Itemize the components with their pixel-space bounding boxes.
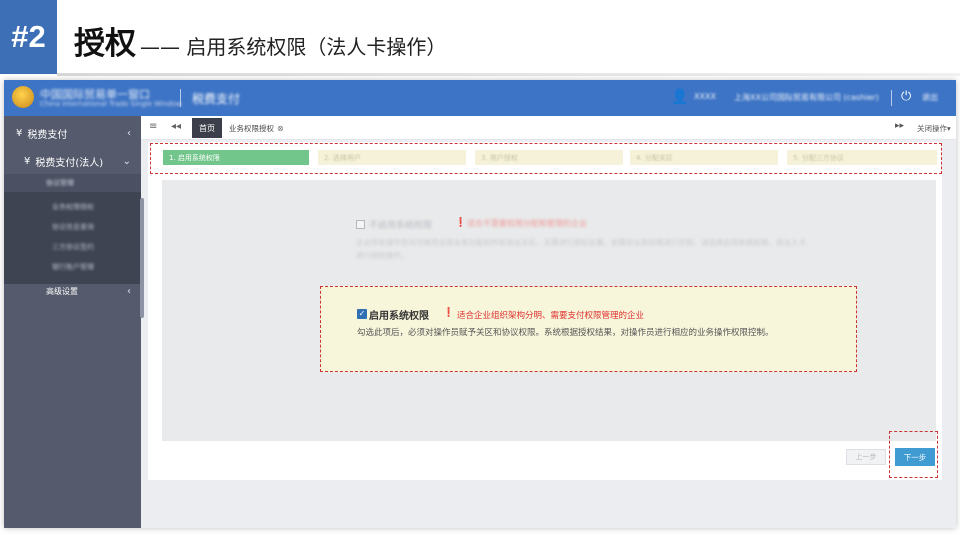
enable-permission-hint: 适合企业组织架构分明、需要支付权限管理的企业 [457,311,645,321]
user-name[interactable]: XXXX [694,92,716,101]
disable-permission-checkbox[interactable] [356,220,365,229]
sidebar-subitem[interactable]: 业务权限授权 [52,202,94,212]
slide-divider [57,73,960,76]
sidebar: ¥ 税费支付 ‹ ¥ 税费支付(法人) ⌄ 协议管理 ⌄ 业务权限授权 协议信息… [4,116,144,528]
enable-permission-description: 勾选此项后，必须对操作员赋予关区和协议权限。系统根据授权结果，对操作员进行相应的… [357,328,774,338]
topbar-divider [180,89,181,107]
yen-icon: ¥ [24,155,31,167]
yen-icon: ¥ [16,127,23,139]
wizard-steps: 1. 启用系统权限 2. 选择用户 3. 用户授权 4. 分配关区 5. 分配三… [150,143,942,174]
sidebar-item-advanced-settings[interactable]: 高级设置 ‹ [4,278,141,304]
step-label: 2. 选择用户 [324,153,361,162]
national-emblem-icon [12,86,34,108]
close-tab-icon[interactable]: ⊗ [277,124,284,133]
tab-business-auth[interactable]: 业务权限授权 ⊗ [229,120,284,136]
step-label: 5. 分配三方协议 [793,153,844,162]
disable-permission-label: 不启用系统权限 [369,221,433,231]
step-1[interactable]: 1. 启用系统权限 [163,150,309,165]
step-4[interactable]: 4. 分配关区 [630,150,778,165]
tab-home[interactable]: 首页 [192,118,222,138]
sidebar-submenu-header[interactable]: 协议管理 ⌄ [4,174,141,192]
sidebar-subitem[interactable]: 银行账户管理 [52,262,94,272]
slide-title-sub: —— 启用系统权限（法人卡操作） [140,35,447,59]
enable-permission-label: 启用系统权限 [369,311,429,322]
module-title: 税费支付 [192,92,241,106]
sidebar-subitem[interactable]: 三方协议签约 [52,242,94,252]
step-label: 3. 用户授权 [481,153,518,162]
sidebar-scrollbar[interactable] [140,198,144,318]
sidebar-item-label: 高级设置 [46,286,78,296]
chevron-down-icon: ⌄ [122,155,131,167]
chevron-left-icon: ‹ [127,285,131,297]
sidebar-item-label: 税费支付(法人) [35,157,104,169]
disable-permission-description: 企业所有操作员均可使用全部业务功能和所有协议关区，无需进行授权设置。如需对业务权… [356,238,806,260]
tab-scroll-right-icon[interactable]: ▸▸ [895,121,904,131]
slide-title-main: 授权 [74,26,136,62]
tab-label: 业务权限授权 [229,123,274,133]
menu-toggle-icon[interactable]: ≡ [149,121,157,132]
next-step-button[interactable]: 下一步 [895,448,935,466]
slide-title: 授权 —— 启用系统权限（法人卡操作） [74,18,446,63]
sidebar-item-tax-payment[interactable]: ¥ 税费支付 ‹ [4,120,141,146]
step-label: 1. 启用系统权限 [169,153,220,162]
info-icon: ❗ [443,308,455,318]
sidebar-item-label: 税费支付 [27,129,68,141]
slide-number-badge: #2 [0,0,57,74]
sidebar-item-tax-payment-legal[interactable]: ¥ 税费支付(法人) ⌄ [4,148,141,174]
chevron-left-icon: ‹ [127,127,131,139]
chevron-down-icon: ⌄ [46,177,53,186]
step-2[interactable]: 2. 选择用户 [318,150,466,165]
step-label: 4. 分配关区 [636,153,673,162]
previous-step-button[interactable]: 上一步 [846,449,886,465]
logo-subtext: China International Trade Single Window [40,100,182,108]
topbar-divider-2 [891,90,892,106]
user-organization: 上海XX公司国际贸易有限公司 (cashier) [734,93,879,102]
power-icon[interactable]: ⏻ [901,89,911,104]
sidebar-submenu: 协议管理 ⌄ 业务权限授权 协议信息查询 三方协议签约 银行账户管理 [4,174,141,284]
top-bar: 中国国际贸易单一窗口 China International Trade Sin… [4,80,956,116]
tab-scroll-left-icon[interactable]: ◂◂ [171,121,181,132]
step-5[interactable]: 5. 分配三方协议 [787,150,937,165]
tab-bar: ≡ ◂◂ 首页 业务权限授权 ⊗ ▸▸ 关闭操作▾ [141,116,956,140]
logout-link[interactable]: 退出 [922,92,938,103]
enable-permission-checkbox[interactable]: ✓ [357,309,367,319]
close-operations-dropdown[interactable]: 关闭操作▾ [917,123,951,134]
sidebar-subitem[interactable]: 协议信息查询 [52,222,94,232]
step-3[interactable]: 3. 用户授权 [475,150,623,165]
user-icon[interactable]: 👤 [671,89,688,105]
disable-permission-hint: 适合不需要权限分配和管理的企业 [467,219,587,228]
info-icon: ❗ [455,218,467,228]
